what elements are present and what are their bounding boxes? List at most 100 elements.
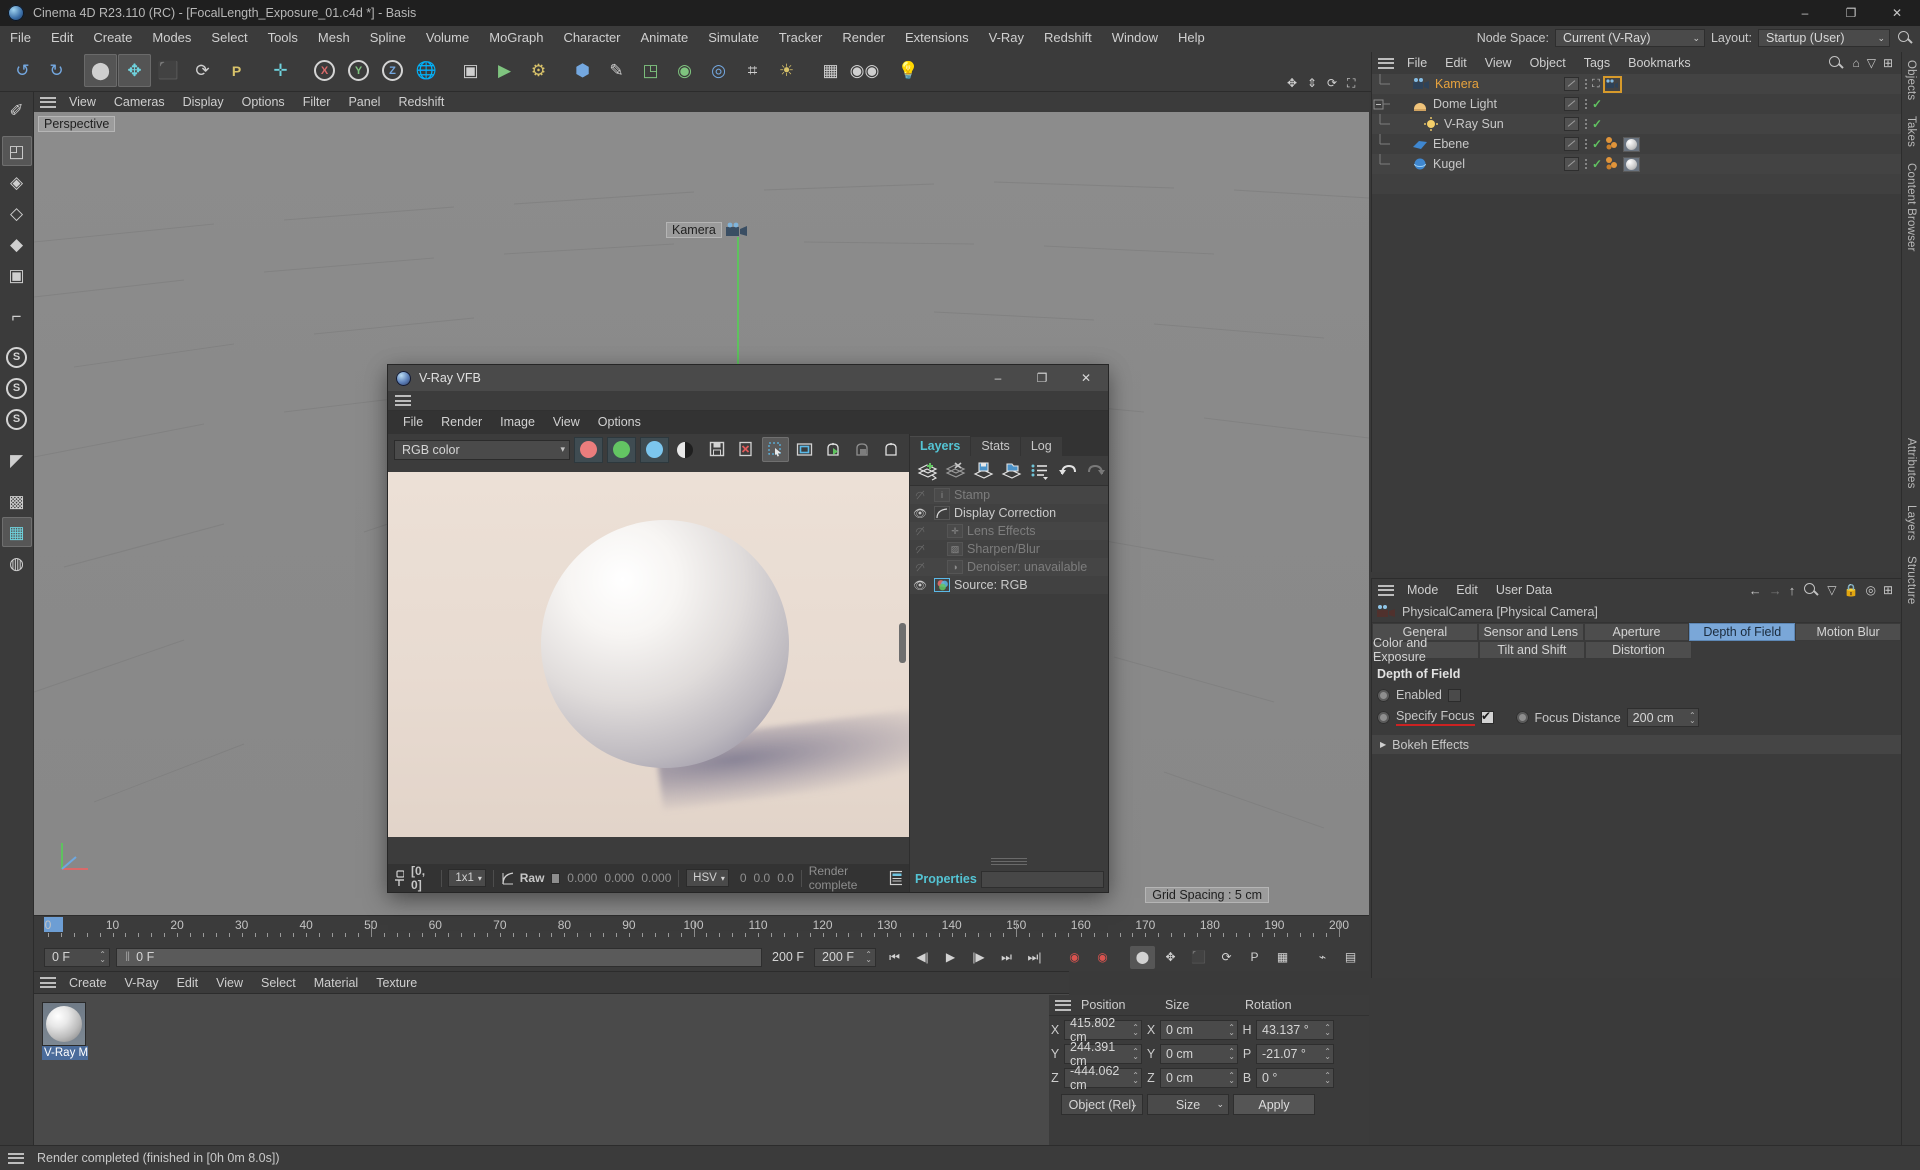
mograph-button[interactable]: ▦	[814, 54, 847, 87]
phong-tag-icon[interactable]	[1605, 136, 1620, 152]
material-menu-select[interactable]: Select	[252, 973, 305, 993]
vfb-canvas-container[interactable]	[388, 465, 909, 864]
phong-tag-icon[interactable]	[1605, 156, 1620, 172]
vtab-layers[interactable]: Layers	[1902, 497, 1920, 549]
tab-tilt-and-shift[interactable]: Tilt and Shift	[1478, 641, 1586, 659]
render-region-button[interactable]: ▶	[488, 54, 521, 87]
material-menu-edit[interactable]: Edit	[168, 973, 208, 993]
viewport-menu-filter[interactable]: Filter	[294, 92, 340, 112]
previous-frame-button[interactable]: ◀|	[910, 946, 935, 969]
timeline-markers-button[interactable]: ▤	[1338, 946, 1363, 969]
menu-redshift[interactable]: Redshift	[1034, 26, 1102, 50]
redo-icon[interactable]	[1084, 460, 1108, 482]
layer-row-sharpen-blur[interactable]: ◠̸ ▨ Sharpen/Blur	[910, 540, 1108, 558]
position-z-field[interactable]: -444.062 cm ⌃ ⌄	[1064, 1064, 1142, 1092]
world-object-toggle[interactable]: 🌐	[410, 54, 443, 87]
position-y-field[interactable]: 244.391 cm ⌃ ⌄	[1064, 1040, 1142, 1068]
tab-distortion[interactable]: Distortion	[1585, 641, 1692, 659]
delete-layer-icon[interactable]	[944, 460, 968, 482]
object-hamburger-icon[interactable]	[1378, 57, 1394, 69]
world-axis-tool[interactable]: ✛	[264, 54, 297, 87]
menu-tracker[interactable]: Tracker	[769, 26, 833, 50]
render-settings-button[interactable]: ⚙	[522, 54, 555, 87]
menu-simulate[interactable]: Simulate	[698, 26, 769, 50]
menu-tools[interactable]: Tools	[258, 26, 308, 50]
vfb-tab-log[interactable]: Log	[1020, 437, 1062, 456]
spinner-icon[interactable]: ⌃ ⌄	[1122, 1072, 1139, 1085]
rotation-h-field[interactable]: 43.137 ° ⌃ ⌄	[1256, 1020, 1334, 1040]
tool-workplane-icon[interactable]: ◤	[2, 445, 32, 475]
tool-texture-icon[interactable]: ▩	[2, 486, 32, 516]
filter-icon[interactable]: ▽	[1827, 583, 1836, 597]
focus-distance-animation-dot[interactable]	[1515, 711, 1529, 724]
size-y-field[interactable]: 0 cm ⌃ ⌄	[1160, 1044, 1238, 1064]
maximize-view-icon[interactable]: ⛶	[1347, 76, 1361, 90]
zoom-level-dropdown[interactable]: 1x1 ▾	[448, 869, 486, 887]
spinner-icon[interactable]: ⌃ ⌄	[1218, 1048, 1235, 1061]
enabled-check-icon[interactable]: ✓	[1592, 117, 1602, 131]
go-to-end-button[interactable]: ⏭	[994, 946, 1019, 969]
coordinates-hamburger-icon[interactable]	[1055, 999, 1071, 1011]
attributes-menu-edit[interactable]: Edit	[1447, 580, 1487, 600]
spinner-icon[interactable]: ⌃ ⌄	[1218, 1072, 1235, 1085]
tool-snap-s1-icon[interactable]: S	[2, 342, 32, 372]
layer-visibility-icon[interactable]: 👁	[910, 579, 930, 592]
layer-row-lens-effects[interactable]: ◠̸ ✛ Lens Effects	[910, 522, 1108, 540]
pixel-lock-icon[interactable]	[392, 869, 405, 887]
material-menu-vray[interactable]: V-Ray	[116, 973, 168, 993]
tab-sensor-and-lens[interactable]: Sensor and Lens	[1477, 623, 1584, 641]
tool-scene-icon[interactable]: ◍	[2, 548, 32, 578]
up-arrow-icon[interactable]: ↑	[1789, 583, 1796, 598]
timeline-ruler[interactable]: 0102030405060708090100110120130140150160…	[34, 915, 1369, 943]
key-position-button[interactable]: ✥	[1158, 946, 1183, 969]
vtab-content-browser[interactable]: Content Browser	[1902, 155, 1920, 260]
menu-volume[interactable]: Volume	[416, 26, 479, 50]
search-icon[interactable]	[1827, 54, 1845, 72]
vfb-menu-file[interactable]: File	[394, 411, 432, 434]
search-icon[interactable]	[1896, 29, 1914, 47]
layout-dropdown[interactable]: Startup (User) ⌄	[1758, 29, 1890, 47]
tool-snap-s2-icon[interactable]: S	[2, 373, 32, 403]
undo-icon[interactable]	[1056, 460, 1080, 482]
spinner-icon[interactable]: ⌃ ⌄	[1314, 1072, 1331, 1085]
coordinates-size-dropdown[interactable]: Size ⌄	[1147, 1094, 1229, 1115]
bulb-tip-icon[interactable]: 💡	[892, 54, 925, 87]
material-item[interactable]: V-Ray M	[42, 1002, 88, 1060]
vfb-menu-image[interactable]: Image	[491, 411, 544, 434]
vfb-menu-view[interactable]: View	[544, 411, 589, 434]
red-channel-button[interactable]	[574, 436, 603, 463]
current-frame-field[interactable]: 0 F ⌃ ⌄	[44, 947, 110, 967]
tool-brush-icon[interactable]: ✐	[2, 95, 32, 125]
live-selection-tool[interactable]: ⬤	[84, 54, 117, 87]
layer-visibility-icon[interactable]: ◠̸	[910, 543, 930, 556]
spinner-icon[interactable]: ⌃ ⌄	[1218, 1024, 1235, 1037]
vfb-close-button[interactable]: ✕	[1064, 365, 1108, 391]
layer-row-denoiser[interactable]: ◠̸ ◑ Denoiser: unavailable	[910, 558, 1108, 576]
vray-vfb-window[interactable]: V-Ray VFB – ❐ ✕ File Render Image View O…	[388, 365, 1108, 892]
node-space-dropdown[interactable]: Current (V-Ray) ⌄	[1554, 29, 1705, 47]
rotation-p-field[interactable]: -21.07 ° ⌃ ⌄	[1256, 1044, 1334, 1064]
spinner-icon[interactable]: ⌃ ⌄	[855, 951, 872, 964]
object-row-kamera[interactable]: Kamera ⛶	[1372, 74, 1901, 94]
tool-snap-s3-icon[interactable]: S	[2, 404, 32, 434]
key-param-button[interactable]: P	[1242, 946, 1267, 969]
new-tab-icon[interactable]: ⊞	[1883, 56, 1893, 70]
camera-button[interactable]: ⌗	[736, 54, 769, 87]
key-scale-button[interactable]: ⬛	[1186, 946, 1211, 969]
key-rotation-button[interactable]: ⟳	[1214, 946, 1239, 969]
cube-primitive-button[interactable]: ⬢	[566, 54, 599, 87]
search-icon[interactable]	[1802, 581, 1820, 599]
viewport-hamburger-icon[interactable]	[40, 96, 56, 108]
tool-vertex-mode-icon[interactable]: ◈	[2, 167, 32, 197]
frame-region-icon[interactable]	[791, 437, 818, 462]
layer-visibility-icon[interactable]: ◠̸	[910, 561, 930, 574]
pan-view-icon[interactable]: ✥	[1287, 76, 1301, 90]
zoom-view-icon[interactable]: ⇕	[1307, 76, 1321, 90]
vtab-objects[interactable]: Objects	[1902, 52, 1920, 108]
object-row-kugel[interactable]: Kugel ✓	[1372, 154, 1901, 174]
green-channel-button[interactable]	[607, 436, 636, 463]
environment-button[interactable]: ◎	[702, 54, 735, 87]
loop-button[interactable]: ⏭|	[1022, 946, 1047, 969]
viewport-menu-view[interactable]: View	[60, 92, 105, 112]
render-icon[interactable]	[878, 437, 905, 462]
